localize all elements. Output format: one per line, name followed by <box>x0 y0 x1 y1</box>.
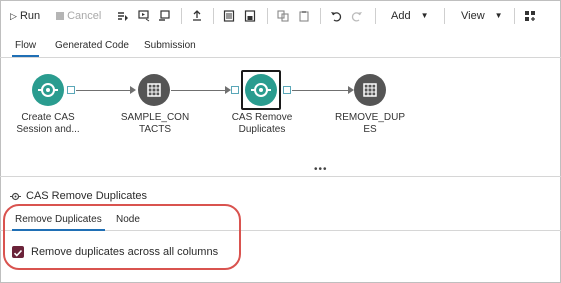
output-port[interactable] <box>283 86 291 94</box>
cancel-label: Cancel <box>67 10 102 22</box>
toolbar-separator <box>444 8 445 24</box>
flow-node-create-cas-session[interactable] <box>32 74 64 106</box>
toolbar-separator <box>267 8 268 24</box>
save-icon[interactable] <box>244 10 256 22</box>
caret-down-icon: ▼ <box>420 11 429 20</box>
flow-node-cas-remove-duplicates[interactable] <box>245 74 277 106</box>
cas-session-icon <box>38 83 58 97</box>
run-node-icon[interactable] <box>138 10 150 22</box>
run-downstream-icon[interactable] <box>158 10 170 22</box>
tab-submission[interactable]: Submission <box>144 40 196 52</box>
toolbar: ▷ Run Cancel Add ▼ View ▼ <box>0 0 561 34</box>
cas-remove-duplicates-icon <box>251 83 271 97</box>
splitter-divider <box>0 176 561 177</box>
tab-generated-code[interactable]: Generated Code <box>55 40 129 52</box>
node-label: CAS Remove Duplicates <box>231 112 293 135</box>
run-button[interactable]: ▷ Run <box>10 9 40 23</box>
table-icon <box>147 83 161 97</box>
properties-icon[interactable] <box>223 10 235 22</box>
redo-icon[interactable] <box>351 10 363 22</box>
flow-tabs: Flow Generated Code Submission <box>0 36 561 58</box>
add-label: Add <box>391 10 411 22</box>
undo-icon[interactable] <box>330 10 342 22</box>
toolbar-separator <box>375 8 376 24</box>
tab-flow[interactable]: Flow <box>11 40 40 57</box>
toolbar-separator <box>213 8 214 24</box>
play-icon: ▷ <box>10 11 17 21</box>
caret-down-icon: ▼ <box>494 11 503 20</box>
add-menu-button[interactable]: Add ▼ <box>391 9 429 23</box>
upload-icon[interactable] <box>191 10 203 22</box>
flow-node-sample-contacts[interactable] <box>138 74 170 106</box>
panel-title: CAS Remove Duplicates <box>26 190 148 202</box>
table-icon <box>363 83 377 97</box>
node-label: SAMPLE_CON TACTS <box>120 112 190 135</box>
run-label: Run <box>19 10 41 22</box>
input-port[interactable] <box>231 86 239 94</box>
flow-node-remove-dupes[interactable] <box>354 74 386 106</box>
cancel-button[interactable]: Cancel <box>56 9 101 23</box>
run-upstream-icon[interactable] <box>117 10 129 22</box>
output-port[interactable] <box>67 86 75 94</box>
toolbar-separator <box>181 8 182 24</box>
grid-layout-icon[interactable] <box>524 10 536 22</box>
connector <box>76 90 130 91</box>
view-menu-button[interactable]: View ▼ <box>461 9 503 23</box>
node-label: Create CAS Session and... <box>16 112 80 135</box>
annotation-highlight <box>3 204 241 270</box>
paste-icon[interactable] <box>298 10 310 22</box>
copy-icon[interactable] <box>277 10 289 22</box>
splitter-handle[interactable]: ••• <box>314 165 328 175</box>
connector <box>171 90 225 91</box>
node-label: REMOVE_DUP ES <box>334 112 405 135</box>
toolbar-separator <box>320 8 321 24</box>
view-label: View <box>461 10 485 22</box>
stop-icon <box>56 12 64 20</box>
toolbar-separator <box>514 8 515 24</box>
cas-node-icon <box>10 192 21 201</box>
connector <box>292 90 348 91</box>
arrow-icon <box>130 86 136 94</box>
